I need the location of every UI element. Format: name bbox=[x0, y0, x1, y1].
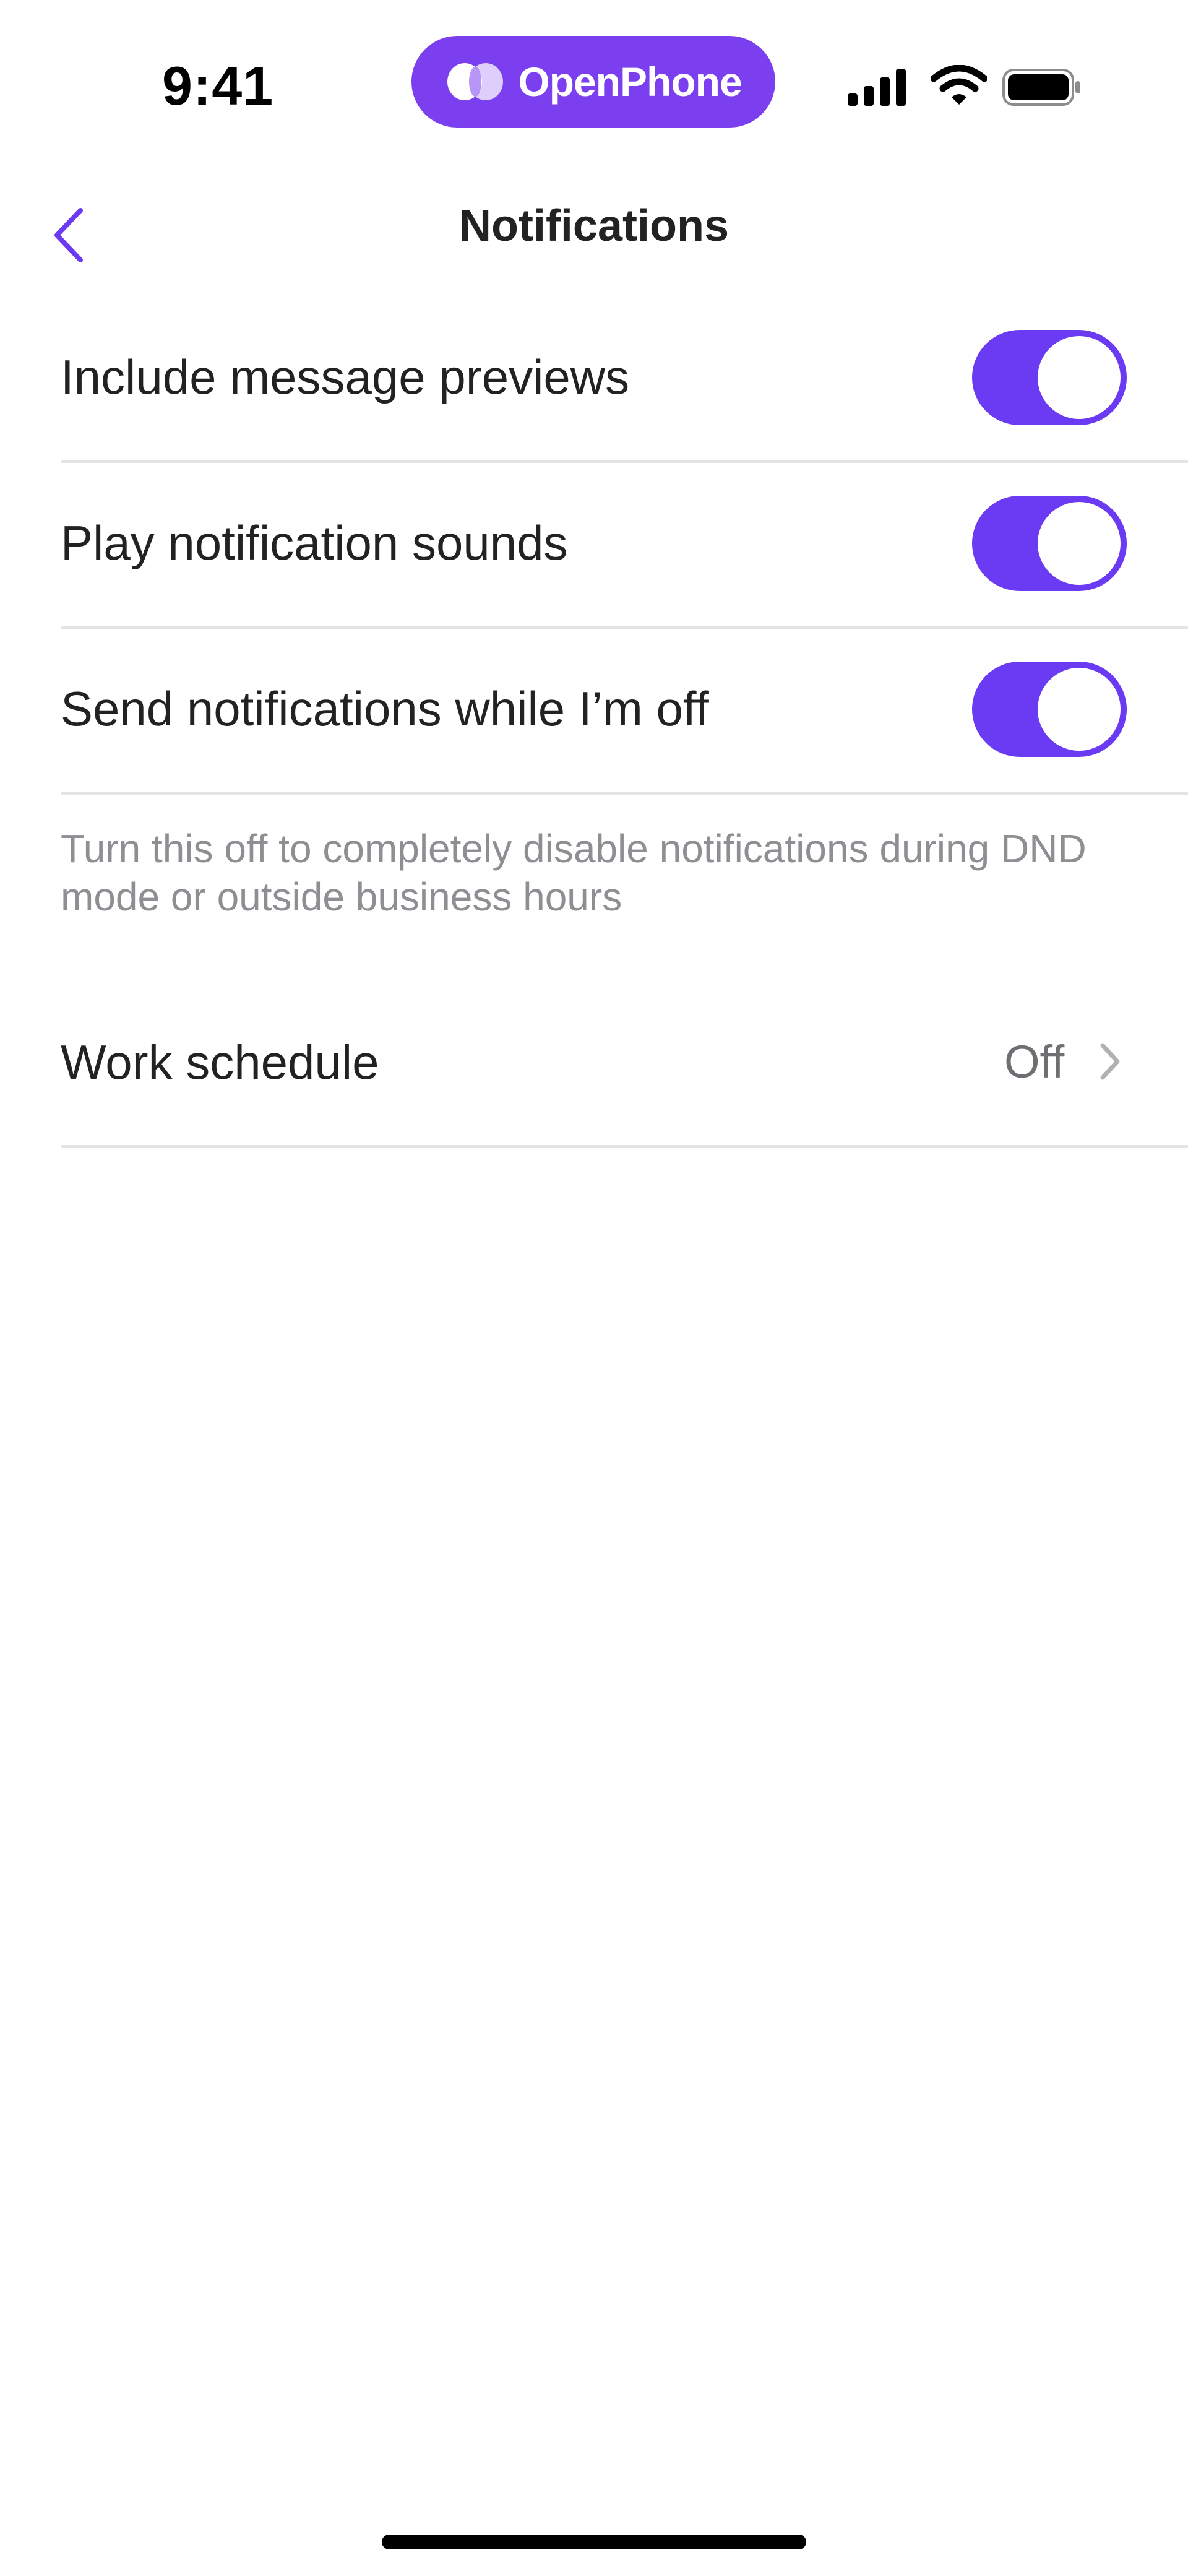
setting-label: Send notifications while I’m off bbox=[61, 681, 709, 736]
status-time: 9:41 bbox=[162, 55, 274, 116]
setting-label: Include message previews bbox=[61, 350, 630, 404]
settings-list: Include message previews Play notificati… bbox=[61, 297, 1188, 795]
page-title: Notifications bbox=[458, 201, 729, 251]
toggle-knob bbox=[1038, 502, 1121, 585]
setting-row-message-previews: Include message previews bbox=[61, 297, 1188, 463]
setting-row-notifications-while-off: Send notifications while I’m off bbox=[61, 629, 1188, 795]
toggle-knob bbox=[1038, 336, 1121, 419]
signal-icon bbox=[848, 69, 906, 106]
nav-bar: Notifications bbox=[0, 161, 1188, 297]
battery-icon bbox=[1002, 69, 1080, 106]
chevron-right-icon bbox=[1100, 1043, 1120, 1080]
toggle-knob bbox=[1038, 668, 1121, 751]
helper-text: Turn this off to completely disable noti… bbox=[61, 826, 1087, 919]
notifications-while-off-toggle[interactable] bbox=[972, 662, 1127, 757]
status-bar: 9:41 OpenPhone bbox=[0, 0, 1188, 142]
brand-pill: OpenPhone bbox=[411, 36, 775, 128]
home-indicator bbox=[382, 2535, 806, 2549]
brand-name: OpenPhone bbox=[518, 59, 742, 105]
work-schedule-row[interactable]: Work schedule Off bbox=[61, 975, 1188, 1148]
wifi-icon bbox=[931, 65, 987, 105]
setting-row-notification-sounds: Play notification sounds bbox=[61, 463, 1188, 629]
openphone-logo-icon bbox=[447, 63, 504, 100]
status-icons bbox=[848, 65, 1089, 108]
work-schedule-value: Off bbox=[1004, 1036, 1065, 1087]
setting-label: Play notification sounds bbox=[61, 516, 568, 570]
notification-sounds-toggle[interactable] bbox=[972, 496, 1127, 591]
work-schedule-label: Work schedule bbox=[61, 1035, 379, 1089]
message-previews-toggle[interactable] bbox=[972, 330, 1127, 425]
